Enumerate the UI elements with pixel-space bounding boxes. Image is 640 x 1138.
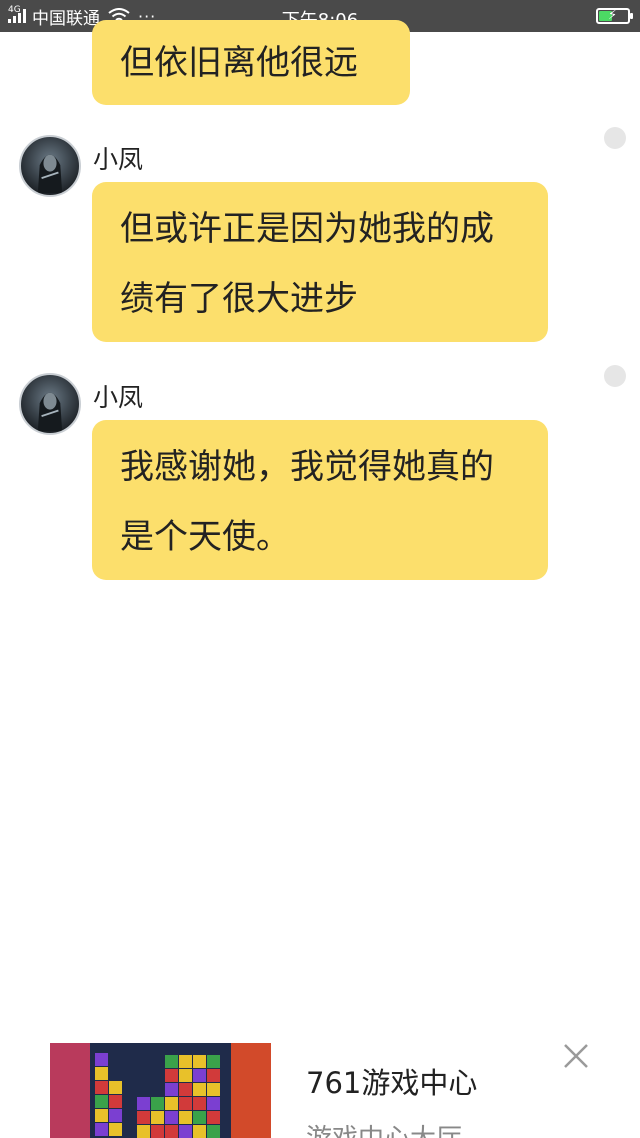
message-bubble[interactable]: 但依旧离他很远 bbox=[92, 20, 410, 105]
sender-name: 小凤 bbox=[93, 383, 144, 412]
battery-icon: ⚡ bbox=[596, 8, 633, 24]
avatar-image bbox=[37, 392, 63, 432]
ad-title[interactable]: 761游戏中心 bbox=[306, 1060, 477, 1102]
charging-icon: ⚡ bbox=[608, 8, 618, 23]
read-status-dot bbox=[604, 127, 626, 149]
avatar-image bbox=[37, 154, 63, 194]
avatar[interactable] bbox=[19, 373, 81, 435]
close-icon[interactable] bbox=[562, 1042, 590, 1070]
ad-subtitle[interactable]: 游戏中心大厅 bbox=[306, 1118, 462, 1138]
message-bubble[interactable]: 我感谢她，我觉得她真的是个天使。 bbox=[92, 420, 548, 580]
read-status-dot bbox=[604, 365, 626, 387]
ad-thumbnail[interactable] bbox=[50, 1043, 271, 1138]
avatar[interactable] bbox=[19, 135, 81, 197]
sender-name: 小凤 bbox=[93, 145, 144, 174]
ad-banner[interactable]: 761游戏中心 游戏中心大厅 bbox=[0, 1040, 640, 1138]
message-bubble[interactable]: 但或许正是因为她我的成绩有了很大进步 bbox=[92, 182, 548, 342]
